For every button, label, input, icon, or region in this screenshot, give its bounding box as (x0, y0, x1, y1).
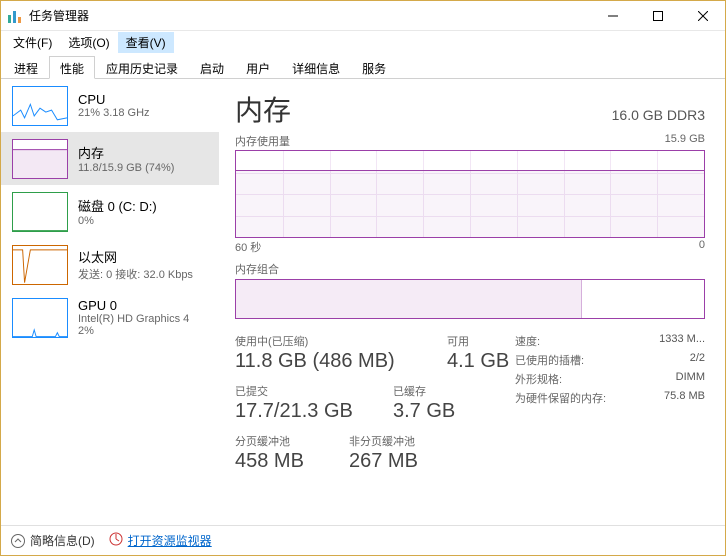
disk-thumb (12, 192, 68, 232)
brief-info-label: 简略信息(D) (30, 532, 95, 549)
ethernet-sub: 发送: 0 接收: 32.0 Kbps (78, 266, 193, 282)
maximize-button[interactable] (635, 1, 680, 30)
cpu-label: CPU (78, 92, 150, 107)
main-panel: 内存 16.0 GB DDR3 内存使用量 15.9 GB 60 秒 0 内存组合 (219, 79, 725, 531)
tab-app-history[interactable]: 应用历史记录 (95, 56, 189, 79)
chevron-up-icon (11, 534, 25, 548)
gpu-sub: Intel(R) HD Graphics 4 (78, 313, 189, 325)
menu-options[interactable]: 选项(O) (60, 32, 117, 53)
slots-value: 2/2 (690, 352, 705, 368)
close-button[interactable] (680, 1, 725, 30)
brief-info-button[interactable]: 简略信息(D) (11, 532, 95, 549)
speed-value: 1333 M... (659, 333, 705, 349)
tab-details[interactable]: 详细信息 (281, 56, 351, 79)
axis-left: 60 秒 (235, 239, 261, 255)
composition-section: 内存组合 (235, 261, 705, 319)
usage-chart-section: 内存使用量 15.9 GB 60 秒 0 (235, 133, 705, 255)
window-buttons (590, 1, 725, 30)
form-value: DIMM (676, 371, 705, 387)
sidebar-item-cpu[interactable]: CPU21% 3.18 GHz (1, 79, 219, 132)
tab-processes[interactable]: 进程 (3, 56, 49, 79)
sidebar-item-disk[interactable]: 磁盘 0 (C: D:)0% (1, 185, 219, 238)
in-use-value: 11.8 GB (486 MB) (235, 350, 425, 373)
disk-sub: 0% (78, 215, 157, 227)
memory-spec: 16.0 GB DDR3 (612, 107, 705, 123)
menubar: 文件(F) 选项(O) 查看(V) (1, 31, 725, 53)
cpu-sub: 21% 3.18 GHz (78, 107, 150, 119)
reserved-value: 75.8 MB (664, 390, 705, 406)
nonpaged-label: 非分页缓冲池 (349, 433, 418, 449)
usage-chart (235, 150, 705, 238)
memory-label: 内存 (78, 143, 174, 162)
available-label: 可用 (447, 333, 509, 349)
tab-performance[interactable]: 性能 (49, 56, 95, 79)
composition-chart (235, 279, 705, 319)
open-resmon-button[interactable]: 打开资源监视器 (109, 532, 212, 549)
gpu-sub2: 2% (78, 325, 189, 337)
menu-view[interactable]: 查看(V) (118, 32, 174, 53)
form-label: 外形规格: (515, 371, 562, 387)
open-resmon-label: 打开资源监视器 (128, 532, 212, 549)
usage-max: 15.9 GB (665, 133, 705, 149)
committed-label: 已提交 (235, 383, 371, 399)
cpu-thumb (12, 86, 68, 126)
composition-label: 内存组合 (235, 261, 279, 277)
reserved-label: 为硬件保留的内存: (515, 390, 606, 406)
nonpaged-value: 267 MB (349, 450, 418, 473)
titlebar: 任务管理器 (1, 1, 725, 31)
cached-value: 3.7 GB (393, 400, 455, 423)
paged-value: 458 MB (235, 450, 327, 473)
tab-startup[interactable]: 启动 (189, 56, 235, 79)
cached-label: 已缓存 (393, 383, 455, 399)
disk-label: 磁盘 0 (C: D:) (78, 196, 157, 215)
content: CPU21% 3.18 GHz 内存11.8/15.9 GB (74%) 磁盘 … (1, 79, 725, 531)
paged-label: 分页缓冲池 (235, 433, 327, 449)
window-title: 任务管理器 (29, 7, 590, 24)
memory-thumb (12, 139, 68, 179)
gpu-thumb (12, 298, 68, 338)
ethernet-label: 以太网 (78, 247, 193, 266)
sidebar-item-memory[interactable]: 内存11.8/15.9 GB (74%) (1, 132, 219, 185)
gpu-label: GPU 0 (78, 298, 189, 313)
statusbar: 简略信息(D) 打开资源监视器 (1, 525, 725, 555)
in-use-label: 使用中(已压缩) (235, 333, 425, 349)
main-title: 内存 (235, 89, 291, 129)
tab-services[interactable]: 服务 (351, 56, 397, 79)
slots-label: 已使用的插槽: (515, 352, 584, 368)
committed-value: 17.7/21.3 GB (235, 400, 371, 423)
minimize-button[interactable] (590, 1, 635, 30)
menu-file[interactable]: 文件(F) (5, 32, 60, 53)
axis-right: 0 (699, 239, 705, 255)
usage-label: 内存使用量 (235, 133, 290, 149)
tab-users[interactable]: 用户 (235, 56, 281, 79)
memory-sub: 11.8/15.9 GB (74%) (78, 162, 174, 174)
resmon-icon (109, 532, 123, 549)
tabbar: 进程 性能 应用历史记录 启动 用户 详细信息 服务 (1, 55, 725, 79)
sidebar: CPU21% 3.18 GHz 内存11.8/15.9 GB (74%) 磁盘 … (1, 79, 219, 531)
app-icon (7, 8, 23, 24)
speed-label: 速度: (515, 333, 540, 349)
available-value: 4.1 GB (447, 350, 509, 373)
sidebar-item-ethernet[interactable]: 以太网发送: 0 接收: 32.0 Kbps (1, 238, 219, 291)
sidebar-item-gpu[interactable]: GPU 0Intel(R) HD Graphics 42% (1, 291, 219, 344)
stats: 使用中(已压缩)11.8 GB (486 MB) 可用4.1 GB 已提交17.… (235, 333, 705, 483)
ethernet-thumb (12, 245, 68, 285)
